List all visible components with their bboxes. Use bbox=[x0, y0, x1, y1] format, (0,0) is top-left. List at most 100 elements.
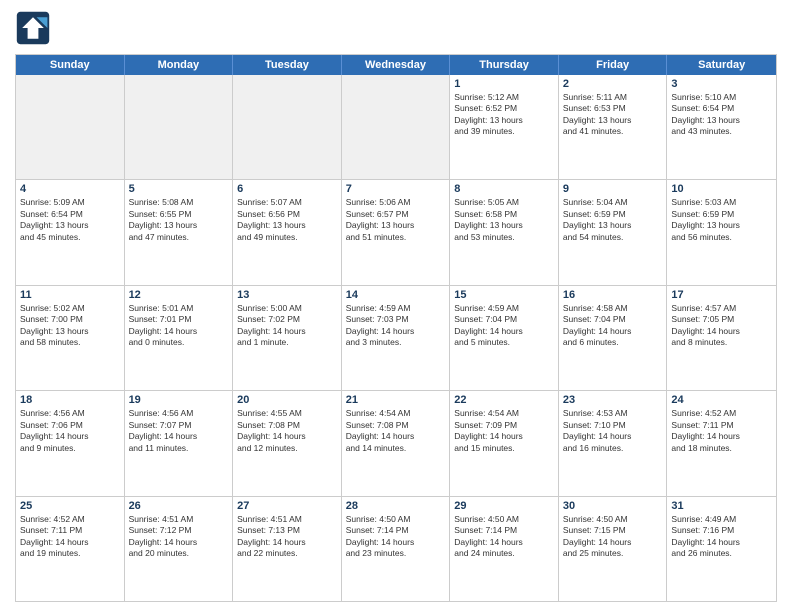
day-info: Sunrise: 4:56 AM Sunset: 7:07 PM Dayligh… bbox=[129, 408, 229, 454]
header-day-friday: Friday bbox=[559, 55, 668, 75]
empty-cell bbox=[16, 75, 125, 179]
week-row-5: 25 Sunrise: 4:52 AM Sunset: 7:11 PM Dayli… bbox=[16, 497, 776, 601]
day-number: 2 bbox=[563, 78, 663, 90]
day-info: Sunrise: 4:59 AM Sunset: 7:04 PM Dayligh… bbox=[454, 303, 554, 349]
day-cell-3: 3 Sunrise: 5:10 AM Sunset: 6:54 PM Daylig… bbox=[667, 75, 776, 179]
day-number: 6 bbox=[237, 183, 337, 195]
day-number: 23 bbox=[563, 394, 663, 406]
day-info: Sunrise: 4:51 AM Sunset: 7:12 PM Dayligh… bbox=[129, 514, 229, 560]
day-number: 10 bbox=[671, 183, 772, 195]
day-number: 16 bbox=[563, 289, 663, 301]
day-cell-23: 23 Sunrise: 4:53 AM Sunset: 7:10 PM Dayli… bbox=[559, 391, 668, 495]
day-number: 21 bbox=[346, 394, 446, 406]
day-info: Sunrise: 4:58 AM Sunset: 7:04 PM Dayligh… bbox=[563, 303, 663, 349]
day-info: Sunrise: 5:07 AM Sunset: 6:56 PM Dayligh… bbox=[237, 197, 337, 243]
day-number: 8 bbox=[454, 183, 554, 195]
day-number: 9 bbox=[563, 183, 663, 195]
logo-icon bbox=[15, 10, 51, 46]
day-info: Sunrise: 4:50 AM Sunset: 7:14 PM Dayligh… bbox=[454, 514, 554, 560]
day-info: Sunrise: 5:05 AM Sunset: 6:58 PM Dayligh… bbox=[454, 197, 554, 243]
day-cell-15: 15 Sunrise: 4:59 AM Sunset: 7:04 PM Dayli… bbox=[450, 286, 559, 390]
day-number: 11 bbox=[20, 289, 120, 301]
calendar-header: SundayMondayTuesdayWednesdayThursdayFrid… bbox=[16, 55, 776, 75]
header-day-monday: Monday bbox=[125, 55, 234, 75]
header-day-saturday: Saturday bbox=[667, 55, 776, 75]
day-info: Sunrise: 4:54 AM Sunset: 7:08 PM Dayligh… bbox=[346, 408, 446, 454]
day-number: 24 bbox=[671, 394, 772, 406]
day-info: Sunrise: 4:55 AM Sunset: 7:08 PM Dayligh… bbox=[237, 408, 337, 454]
day-number: 30 bbox=[563, 500, 663, 512]
day-info: Sunrise: 5:11 AM Sunset: 6:53 PM Dayligh… bbox=[563, 92, 663, 138]
day-number: 4 bbox=[20, 183, 120, 195]
day-cell-2: 2 Sunrise: 5:11 AM Sunset: 6:53 PM Daylig… bbox=[559, 75, 668, 179]
header-day-sunday: Sunday bbox=[16, 55, 125, 75]
day-number: 20 bbox=[237, 394, 337, 406]
week-row-4: 18Sunrise: 4:56 AM Sunset: 7:06 PM Dayli… bbox=[16, 391, 776, 496]
day-info: Sunrise: 5:09 AM Sunset: 6:54 PM Dayligh… bbox=[20, 197, 120, 243]
day-info: Sunrise: 5:12 AM Sunset: 6:52 PM Dayligh… bbox=[454, 92, 554, 138]
day-cell-19: 19 Sunrise: 4:56 AM Sunset: 7:07 PM Dayli… bbox=[125, 391, 234, 495]
day-cell-28: 28Sunrise: 4:50 AM Sunset: 7:14 PM Dayli… bbox=[342, 497, 451, 601]
day-number: 7 bbox=[346, 183, 446, 195]
day-cell-6: 6 Sunrise: 5:07 AM Sunset: 6:56 PM Daylig… bbox=[233, 180, 342, 284]
day-cell-5: 5Sunrise: 5:08 AM Sunset: 6:55 PM Daylig… bbox=[125, 180, 234, 284]
day-number: 27 bbox=[237, 500, 337, 512]
day-cell-24: 24 Sunrise: 4:52 AM Sunset: 7:11 PM Dayli… bbox=[667, 391, 776, 495]
day-number: 1 bbox=[454, 78, 554, 90]
day-info: Sunrise: 5:01 AM Sunset: 7:01 PM Dayligh… bbox=[129, 303, 229, 349]
day-info: Sunrise: 5:10 AM Sunset: 6:54 PM Dayligh… bbox=[671, 92, 772, 138]
day-info: Sunrise: 4:50 AM Sunset: 7:15 PM Dayligh… bbox=[563, 514, 663, 560]
header-day-wednesday: Wednesday bbox=[342, 55, 451, 75]
day-info: Sunrise: 4:59 AM Sunset: 7:03 PM Dayligh… bbox=[346, 303, 446, 349]
day-info: Sunrise: 4:53 AM Sunset: 7:10 PM Dayligh… bbox=[563, 408, 663, 454]
calendar: SundayMondayTuesdayWednesdayThursdayFrid… bbox=[15, 54, 777, 602]
day-info: Sunrise: 4:52 AM Sunset: 7:11 PM Dayligh… bbox=[671, 408, 772, 454]
day-cell-1: 1 Sunrise: 5:12 AM Sunset: 6:52 PM Daylig… bbox=[450, 75, 559, 179]
day-number: 26 bbox=[129, 500, 229, 512]
day-number: 3 bbox=[671, 78, 772, 90]
day-cell-9: 9 Sunrise: 5:04 AM Sunset: 6:59 PM Daylig… bbox=[559, 180, 668, 284]
day-cell-21: 21 Sunrise: 4:54 AM Sunset: 7:08 PM Dayli… bbox=[342, 391, 451, 495]
day-cell-30: 30 Sunrise: 4:50 AM Sunset: 7:15 PM Dayli… bbox=[559, 497, 668, 601]
day-info: Sunrise: 5:06 AM Sunset: 6:57 PM Dayligh… bbox=[346, 197, 446, 243]
day-cell-13: 13 Sunrise: 5:00 AM Sunset: 7:02 PM Dayli… bbox=[233, 286, 342, 390]
day-number: 12 bbox=[129, 289, 229, 301]
week-row-2: 4 Sunrise: 5:09 AM Sunset: 6:54 PM Daylig… bbox=[16, 180, 776, 285]
day-cell-7: 7 Sunrise: 5:06 AM Sunset: 6:57 PM Daylig… bbox=[342, 180, 451, 284]
day-info: Sunrise: 4:50 AM Sunset: 7:14 PM Dayligh… bbox=[346, 514, 446, 560]
empty-cell bbox=[342, 75, 451, 179]
day-number: 29 bbox=[454, 500, 554, 512]
day-cell-10: 10 Sunrise: 5:03 AM Sunset: 6:59 PM Dayli… bbox=[667, 180, 776, 284]
header-day-thursday: Thursday bbox=[450, 55, 559, 75]
empty-cell bbox=[233, 75, 342, 179]
day-info: Sunrise: 4:54 AM Sunset: 7:09 PM Dayligh… bbox=[454, 408, 554, 454]
day-cell-18: 18Sunrise: 4:56 AM Sunset: 7:06 PM Dayli… bbox=[16, 391, 125, 495]
day-cell-22: 22 Sunrise: 4:54 AM Sunset: 7:09 PM Dayli… bbox=[450, 391, 559, 495]
day-cell-12: 12 Sunrise: 5:01 AM Sunset: 7:01 PM Dayli… bbox=[125, 286, 234, 390]
day-cell-16: 16 Sunrise: 4:58 AM Sunset: 7:04 PM Dayli… bbox=[559, 286, 668, 390]
day-cell-20: 20 Sunrise: 4:55 AM Sunset: 7:08 PM Dayli… bbox=[233, 391, 342, 495]
day-cell-29: 29 Sunrise: 4:50 AM Sunset: 7:14 PM Dayli… bbox=[450, 497, 559, 601]
day-info: Sunrise: 5:02 AM Sunset: 7:00 PM Dayligh… bbox=[20, 303, 120, 349]
week-row-1: 1 Sunrise: 5:12 AM Sunset: 6:52 PM Daylig… bbox=[16, 75, 776, 180]
day-number: 14 bbox=[346, 289, 446, 301]
day-cell-11: 11 Sunrise: 5:02 AM Sunset: 7:00 PM Dayli… bbox=[16, 286, 125, 390]
calendar-body: 1 Sunrise: 5:12 AM Sunset: 6:52 PM Daylig… bbox=[16, 75, 776, 601]
day-number: 5 bbox=[129, 183, 229, 195]
day-info: Sunrise: 4:51 AM Sunset: 7:13 PM Dayligh… bbox=[237, 514, 337, 560]
logo bbox=[15, 10, 55, 46]
day-info: Sunrise: 4:52 AM Sunset: 7:11 PM Dayligh… bbox=[20, 514, 120, 560]
day-cell-4: 4 Sunrise: 5:09 AM Sunset: 6:54 PM Daylig… bbox=[16, 180, 125, 284]
day-cell-8: 8 Sunrise: 5:05 AM Sunset: 6:58 PM Daylig… bbox=[450, 180, 559, 284]
day-number: 13 bbox=[237, 289, 337, 301]
day-cell-31: 31Sunrise: 4:49 AM Sunset: 7:16 PM Dayli… bbox=[667, 497, 776, 601]
week-row-3: 11 Sunrise: 5:02 AM Sunset: 7:00 PM Dayli… bbox=[16, 286, 776, 391]
day-info: Sunrise: 5:04 AM Sunset: 6:59 PM Dayligh… bbox=[563, 197, 663, 243]
day-number: 18 bbox=[20, 394, 120, 406]
day-number: 15 bbox=[454, 289, 554, 301]
day-info: Sunrise: 5:03 AM Sunset: 6:59 PM Dayligh… bbox=[671, 197, 772, 243]
day-number: 19 bbox=[129, 394, 229, 406]
day-number: 22 bbox=[454, 394, 554, 406]
day-info: Sunrise: 5:00 AM Sunset: 7:02 PM Dayligh… bbox=[237, 303, 337, 349]
day-number: 25 bbox=[20, 500, 120, 512]
